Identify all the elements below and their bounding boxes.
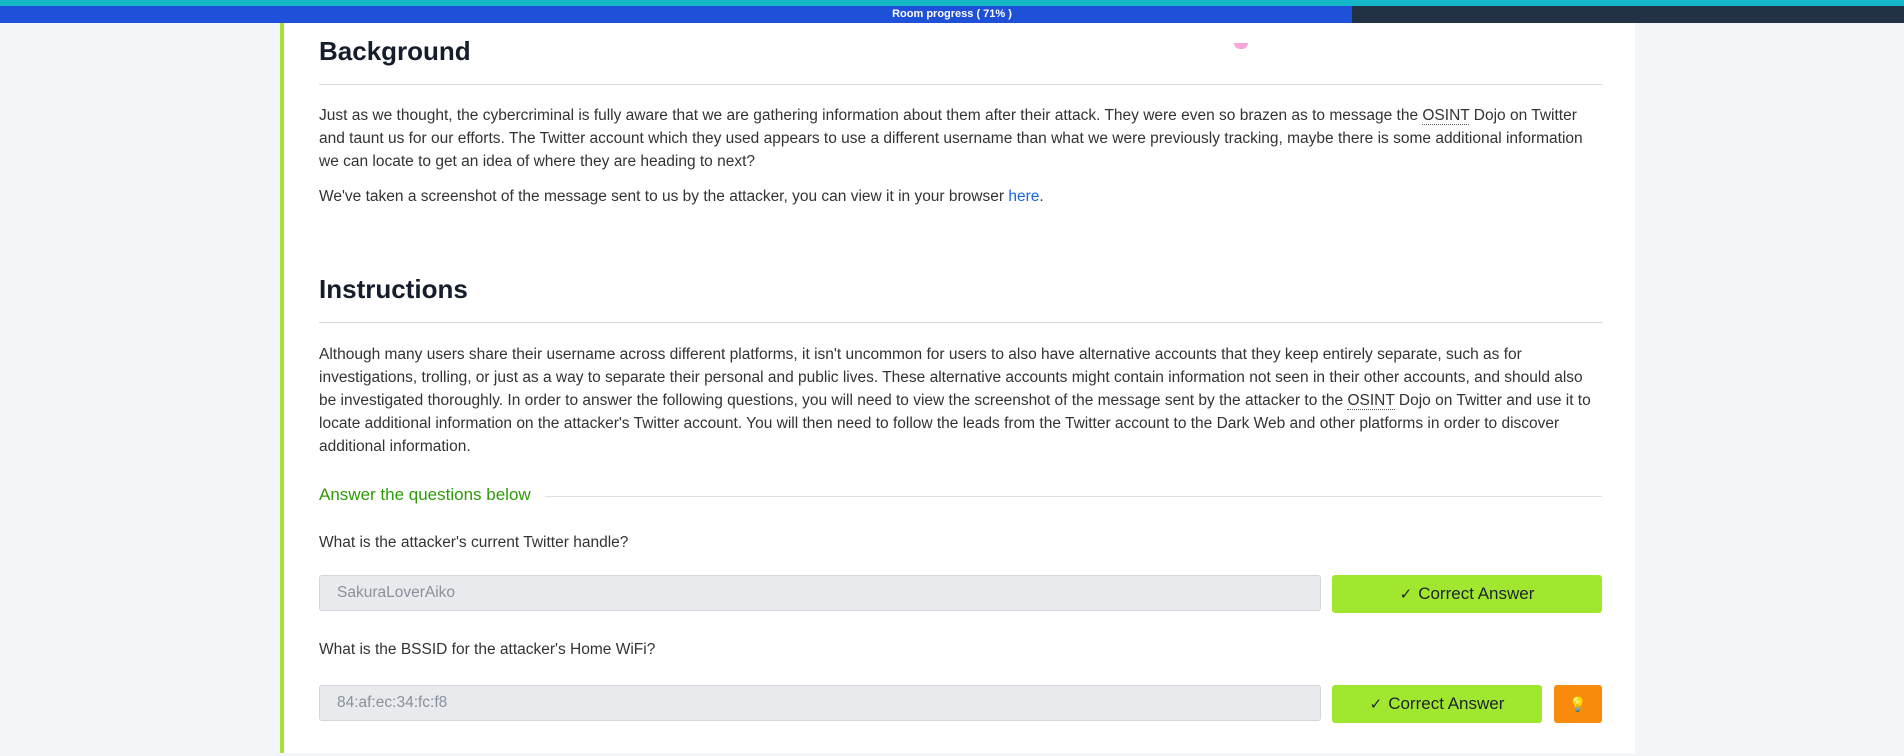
- instructions-heading: Instructions: [319, 274, 468, 304]
- background-text-a: Just as we thought, the cybercriminal is…: [319, 107, 1423, 124]
- answer-2-correct-button[interactable]: ✓ Correct Answer: [1332, 685, 1542, 723]
- answer-2-input[interactable]: [319, 685, 1321, 721]
- task-card: Background Just as we thought, the cyber…: [280, 23, 1635, 753]
- background-paragraph-2: We've taken a screenshot of the message …: [319, 185, 1602, 208]
- instructions-divider: [319, 322, 1602, 323]
- hint-button[interactable]: 💡: [1554, 685, 1602, 723]
- answer-section-header: Answer the questions below: [319, 485, 1602, 507]
- osint-abbreviation: OSINT: [1422, 107, 1470, 125]
- check-icon: ✓: [1399, 586, 1413, 603]
- lightbulb-icon: 💡: [1569, 696, 1587, 712]
- background-paragraph-1: Just as we thought, the cybercriminal is…: [319, 104, 1602, 173]
- check-icon: ✓: [1369, 696, 1383, 713]
- answer-1-button-label: Correct Answer: [1418, 584, 1535, 603]
- answer-section-title: Answer the questions below: [319, 485, 545, 504]
- answer-1-correct-button[interactable]: ✓ Correct Answer: [1332, 575, 1602, 613]
- room-progress-label: Room progress ( 71% ): [892, 8, 1012, 20]
- room-progress-bar: Room progress ( 71% ): [0, 6, 1904, 23]
- answer-1-input[interactable]: [319, 575, 1321, 611]
- osint-abbreviation: OSINT: [1347, 392, 1395, 410]
- instructions-paragraph: Although many users share their username…: [319, 343, 1602, 458]
- decorative-dot: [1234, 43, 1248, 49]
- screenshot-link[interactable]: here: [1008, 188, 1039, 205]
- background-heading: Background: [319, 36, 471, 66]
- background-divider: [319, 84, 1602, 85]
- question-1-text: What is the attacker's current Twitter h…: [319, 534, 629, 551]
- question-2-text: What is the BSSID for the attacker's Hom…: [319, 641, 656, 658]
- screenshot-text-end: .: [1039, 188, 1044, 205]
- screenshot-text: We've taken a screenshot of the message …: [319, 188, 1009, 205]
- answer-2-button-label: Correct Answer: [1388, 694, 1505, 713]
